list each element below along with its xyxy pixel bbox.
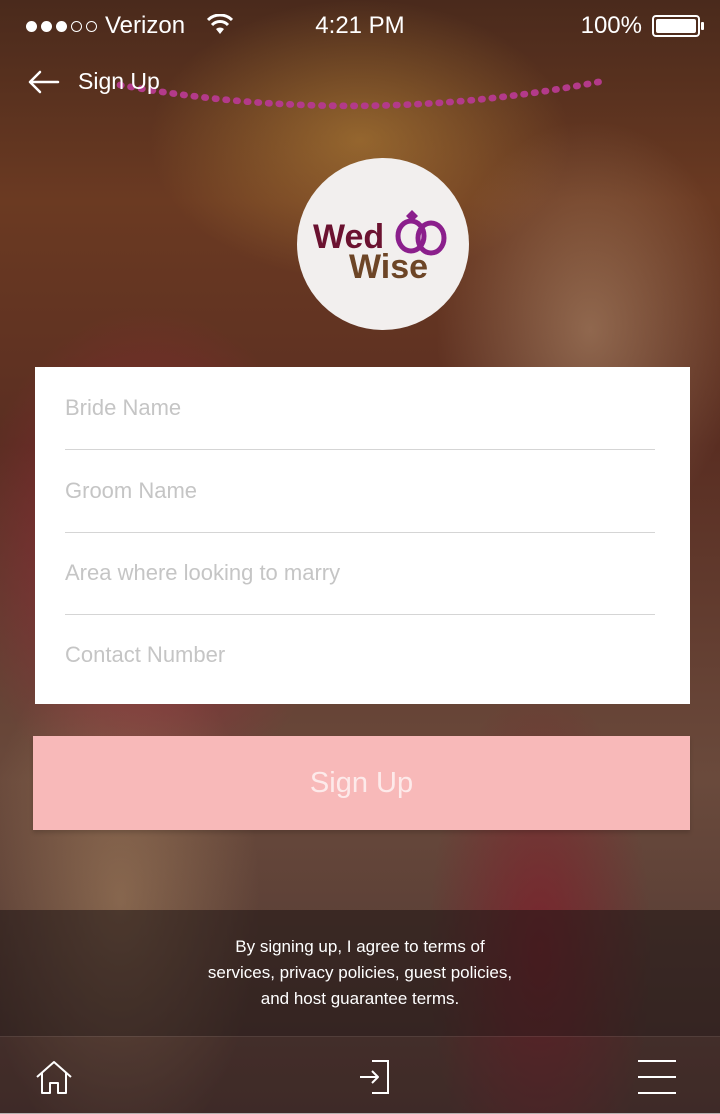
contact-number-input[interactable] [65, 614, 655, 696]
battery-percent: 100% [580, 12, 642, 39]
tab-bar [0, 1036, 720, 1114]
rings-icon [395, 218, 447, 256]
status-bar: Verizon 4:21 PM 100% [0, 0, 720, 50]
back-arrow-icon[interactable] [26, 68, 60, 96]
sign-in-icon[interactable] [354, 1057, 398, 1097]
groom-name-input[interactable] [65, 450, 655, 532]
groom-name-field [65, 450, 655, 533]
terms-text: By signing up, I agree to terms of servi… [207, 937, 513, 1008]
contact-number-field [65, 614, 655, 696]
bride-name-field [65, 367, 655, 450]
signup-form [35, 367, 690, 704]
svg-text:Wise: Wise [349, 248, 428, 286]
terms-banner: By signing up, I agree to terms of servi… [0, 910, 720, 1036]
sign-up-button[interactable]: Sign Up [33, 736, 690, 830]
navigation-bar: Sign Up [0, 60, 720, 104]
menu-icon[interactable] [636, 1057, 680, 1097]
area-input[interactable] [65, 532, 655, 614]
area-field [65, 532, 655, 615]
bride-name-input[interactable] [65, 367, 655, 449]
page-title: Sign Up [78, 68, 160, 94]
battery-icon [652, 15, 704, 37]
wedwise-logo: Wed Wise [297, 158, 469, 330]
home-icon[interactable] [32, 1057, 76, 1097]
